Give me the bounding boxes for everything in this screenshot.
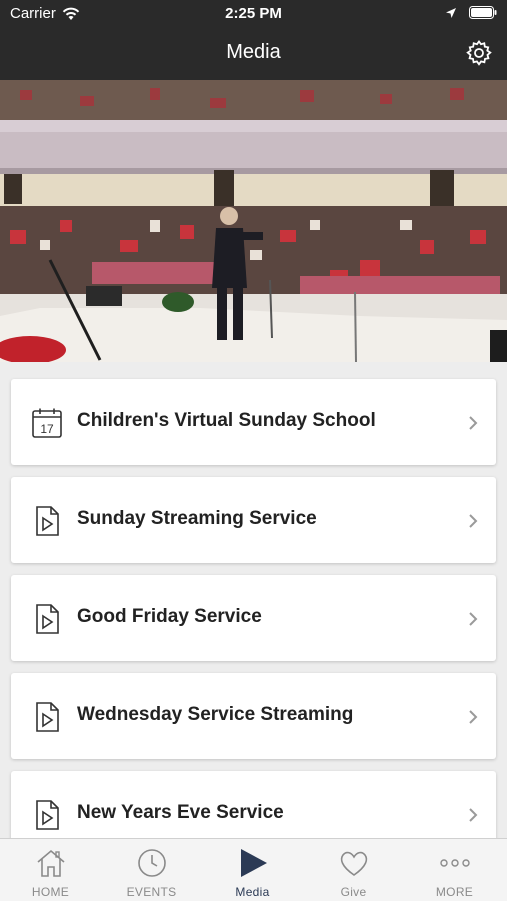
location-arrow-icon (446, 7, 456, 18)
tab-label: Media (235, 885, 270, 899)
media-item-label: Sunday Streaming Service (77, 508, 317, 529)
tab-label: HOME (31, 885, 70, 899)
media-item[interactable]: 17 Children's Virtual Sunday School (11, 379, 496, 465)
media-item[interactable]: New Years Eve Service (11, 771, 496, 838)
home-icon (37, 849, 65, 877)
app-header: Carrier 2:25 PM Media (0, 0, 507, 80)
media-item-label: Wednesday Service Streaming (77, 704, 354, 725)
tab-bar: HOME EVENTS Media Give MORE (0, 838, 507, 901)
calendar-day-text: 17 (40, 422, 54, 436)
more-icon (440, 859, 470, 867)
tab-events[interactable]: EVENTS (101, 839, 202, 901)
chevron-right-icon (469, 416, 478, 430)
clock-icon (138, 849, 166, 877)
status-right-group (445, 6, 497, 19)
media-item-label: New Years Eve Service (77, 802, 284, 823)
tab-media[interactable]: Media (202, 839, 303, 901)
tab-label: Give (340, 885, 367, 899)
media-item-label: Children's Virtual Sunday School (77, 410, 376, 431)
video-file-icon (36, 702, 59, 732)
status-bar: Carrier 2:25 PM (0, 0, 507, 28)
nav-bar: Media (0, 34, 507, 74)
calendar-icon: 17 (32, 408, 62, 438)
status-time: 2:25 PM (225, 5, 282, 22)
tab-more[interactable]: MORE (404, 839, 505, 901)
page-title: Media (226, 41, 281, 63)
tab-give[interactable]: Give (303, 839, 404, 901)
video-file-icon (36, 604, 59, 634)
video-file-icon (36, 800, 59, 830)
media-list: 17 Children's Virtual Sunday School Sund… (0, 362, 507, 838)
play-icon (241, 849, 267, 877)
media-item[interactable]: Wednesday Service Streaming (11, 673, 496, 759)
tab-label: EVENTS (126, 885, 177, 899)
chevron-right-icon (469, 514, 478, 528)
media-item-label: Good Friday Service (77, 606, 262, 627)
media-item[interactable]: Sunday Streaming Service (11, 477, 496, 563)
chevron-right-icon (469, 612, 478, 626)
battery-icon (469, 6, 497, 19)
tab-label: MORE (435, 885, 474, 899)
tab-home[interactable]: HOME (0, 839, 101, 901)
media-item[interactable]: Good Friday Service (11, 575, 496, 661)
video-file-icon (36, 506, 59, 536)
hero-image (0, 80, 507, 362)
gear-icon[interactable] (465, 39, 493, 67)
chevron-right-icon (469, 808, 478, 822)
chevron-right-icon (469, 710, 478, 724)
heart-icon (340, 851, 368, 876)
